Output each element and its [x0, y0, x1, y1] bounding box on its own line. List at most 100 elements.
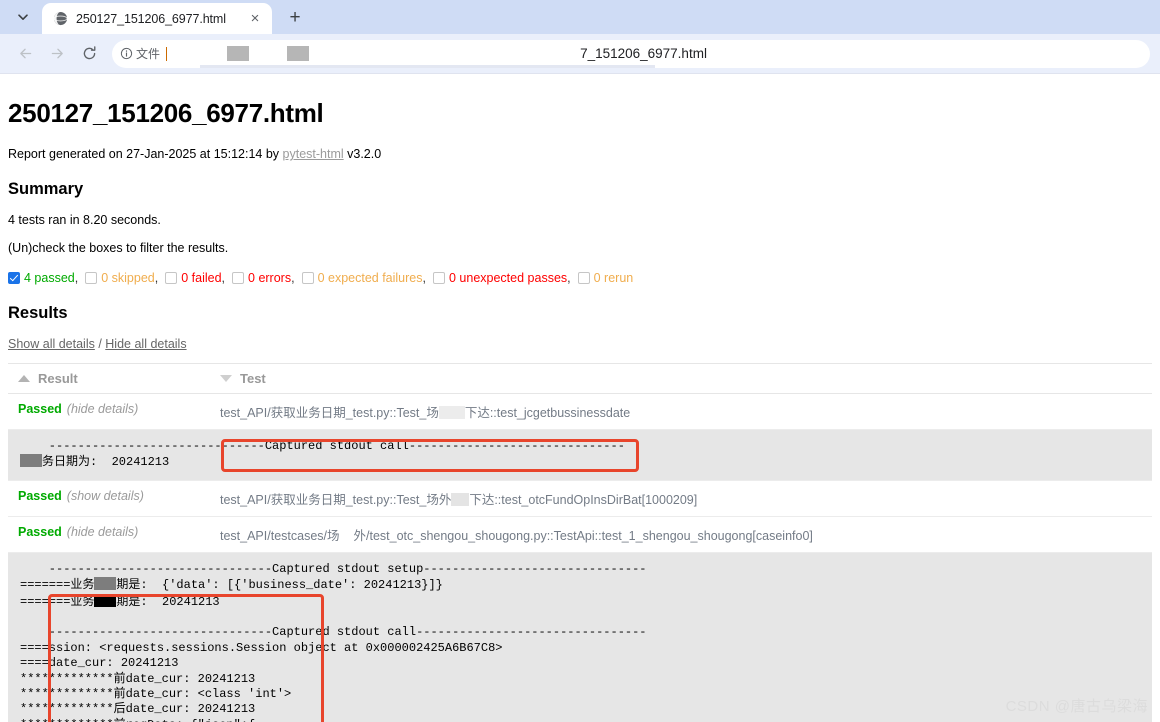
captured-stdout-block: -------------------------------Captured … [8, 552, 1152, 722]
generated-prefix: Report generated on 27-Jan-2025 at 15:12… [8, 147, 283, 161]
links-separator: / [94, 337, 106, 351]
redacted-text [339, 528, 354, 542]
filter-separator: , [221, 271, 226, 285]
close-icon[interactable]: × [246, 10, 264, 28]
url-text: 7_151206_6977.html [580, 46, 707, 61]
column-header-test-label: Test [240, 371, 266, 386]
status-badge: Passed [18, 488, 62, 503]
captured-stdout-block: ------------------------------Captured s… [8, 430, 1152, 480]
filter-0-unexpected-passes[interactable]: 0 unexpected passes [433, 271, 567, 285]
filter-separator: , [567, 271, 571, 285]
new-tab-button[interactable]: + [280, 3, 310, 31]
log-row: -------------------------------Captured … [8, 552, 1152, 722]
filter-0-skipped[interactable]: 0 skipped [85, 271, 155, 285]
cell-test-name: test_API/获取业务日期_test.py::Test_场 下达::test_… [210, 393, 1152, 430]
filter-label: 0 failed [181, 271, 222, 285]
filter-0-errors[interactable]: 0 errors [232, 271, 291, 285]
browser-toolbar: 文件 7_151206_6977.html [0, 34, 1160, 74]
tab-search-chevron-icon[interactable] [4, 3, 42, 31]
redacted-url-segment [287, 46, 310, 61]
filter-separator: , [74, 271, 79, 285]
redacted-text [94, 577, 117, 591]
cell-result: Passed (hide details) [8, 516, 210, 553]
browser-window: 250127_151206_6977.html × + 文件 7_151206_… [0, 0, 1160, 722]
results-table: Result Test Passed (hide details) test_API… [8, 363, 1152, 722]
status-badge: Passed [18, 524, 62, 539]
table-row[interactable]: Passed (hide details) test_API/testcases/场… [8, 516, 1152, 553]
filter-checkbox[interactable] [433, 272, 445, 284]
address-bar[interactable]: 文件 7_151206_6977.html [112, 39, 1150, 68]
filter-label: 0 unexpected passes [449, 271, 568, 285]
redacted-text [20, 454, 42, 468]
filter-checkbox[interactable] [165, 272, 178, 284]
test-path-suffix: 外/test_otc_shengou_shougong.py::TestApi:… [353, 528, 813, 543]
omnibox-selection-underline [200, 64, 655, 68]
filter-checkbox-row: 4 passed, 0 skipped, 0 failed, 0 errors, 0 e… [8, 271, 1152, 285]
filter-hint: (Un)check the boxes to filter the result… [8, 241, 229, 255]
details-toggle-link[interactable]: (show details) [67, 489, 144, 503]
filter-checkbox[interactable] [8, 272, 20, 284]
tab-strip: 250127_151206_6977.html × + [0, 0, 1160, 34]
watermark: CSDN @唐古乌梁海 [1005, 698, 1148, 715]
test-path-suffix: 下达::test_otcFundOpInsDirBat[1000209] [469, 492, 698, 507]
scheme-label: 文件 [136, 47, 161, 61]
filter-separator: , [422, 271, 426, 285]
cell-test-name: test_API/testcases/场 外/test_otc_shengou_s… [210, 516, 1152, 553]
filter-0-failed[interactable]: 0 failed [165, 271, 222, 285]
forward-icon[interactable] [42, 39, 72, 69]
sort-descending-icon [220, 375, 232, 382]
cell-result: Passed (show details) [8, 480, 210, 517]
globe-icon [52, 11, 68, 27]
table-row[interactable]: Passed (hide details) test_API/获取业务日期_test… [8, 393, 1152, 430]
detail-toggle-links: Show all details / Hide all details [8, 337, 1152, 351]
filter-label: 0 rerun [593, 271, 634, 285]
generated-suffix: v3.2.0 [343, 147, 382, 161]
redacted-text [451, 492, 470, 506]
redacted-text [94, 593, 117, 607]
cell-test-name: test_API/获取业务日期_test.py::Test_场外 下达::test… [210, 480, 1152, 517]
table-row[interactable]: Passed (show details) test_API/获取业务日期_test… [8, 480, 1152, 517]
filter-checkbox[interactable] [577, 272, 590, 284]
page-title: 250127_151206_6977.html [8, 98, 324, 128]
log-row: ------------------------------Captured s… [8, 429, 1152, 481]
tab-title: 250127_151206_6977.html [76, 11, 226, 26]
sort-ascending-icon [18, 375, 30, 382]
hide-all-details-link[interactable]: Hide all details [105, 337, 186, 351]
filter-checkbox[interactable] [301, 272, 314, 284]
filter-4-passed[interactable]: 4 passed [8, 271, 75, 285]
filter-label: 0 expected failures [317, 271, 423, 285]
summary-heading: Summary [8, 180, 84, 198]
show-all-details-link[interactable]: Show all details [8, 337, 95, 351]
filter-checkbox[interactable] [232, 272, 245, 284]
filter-label: 4 passed [24, 271, 75, 285]
details-toggle-link[interactable]: (hide details) [67, 402, 139, 416]
table-header-row: Result Test [8, 363, 1152, 394]
back-icon[interactable] [10, 39, 40, 69]
summary-line: 4 tests ran in 8.20 seconds. [8, 213, 161, 227]
cell-log: ------------------------------Captured s… [8, 429, 1152, 481]
filter-0-rerun[interactable]: 0 rerun [577, 271, 634, 285]
column-header-result-label: Result [38, 371, 78, 386]
text-caret [166, 46, 168, 61]
browser-tab[interactable]: 250127_151206_6977.html × [42, 3, 272, 34]
redacted-text [438, 406, 465, 419]
page-content: 250127_151206_6977.html Report generated… [0, 76, 1160, 722]
status-badge: Passed [18, 402, 62, 416]
filter-0-expected-failures[interactable]: 0 expected failures [301, 271, 423, 285]
test-path-prefix: test_API/获取业务日期_test.py::Test_场 [220, 406, 439, 420]
column-header-test[interactable]: Test [210, 363, 1152, 394]
column-header-result[interactable]: Result [8, 363, 210, 394]
cell-result: Passed (hide details) [8, 393, 210, 430]
test-path-prefix: test_API/testcases/场 [220, 528, 340, 543]
cell-log: -------------------------------Captured … [8, 552, 1152, 722]
filter-checkbox[interactable] [85, 272, 98, 284]
reload-icon[interactable] [74, 39, 104, 69]
page-info-icon[interactable]: 文件 [120, 45, 160, 62]
filter-separator: , [291, 271, 295, 285]
filter-label: 0 errors [248, 271, 292, 285]
results-heading: Results [8, 304, 68, 322]
filter-separator: , [154, 271, 159, 285]
pytest-html-link[interactable]: pytest-html [283, 147, 344, 161]
details-toggle-link[interactable]: (hide details) [67, 525, 139, 539]
redacted-url-segment [227, 46, 250, 61]
